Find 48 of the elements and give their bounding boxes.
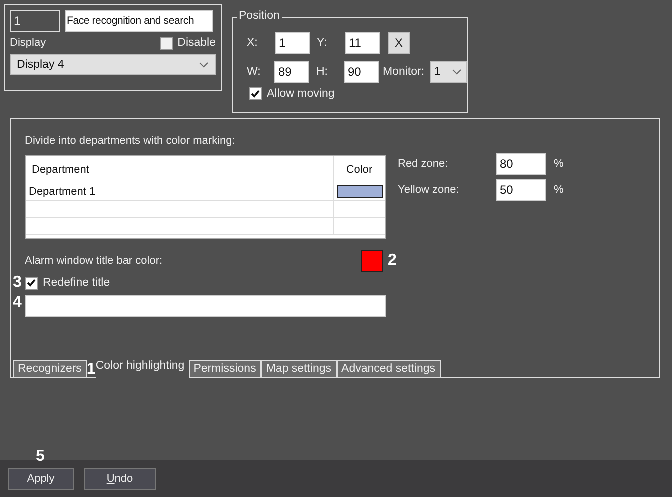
callout-number: 3 [13, 274, 23, 292]
column-header: Department [26, 156, 334, 183]
clear-button[interactable]: X [388, 32, 410, 54]
chevron-icon [199, 62, 209, 68]
table-cell: Department 1 [26, 183, 334, 200]
check-icon [27, 279, 36, 287]
zone-label: Yellow zone: [398, 184, 460, 196]
percent-unit: % [554, 184, 564, 196]
tab[interactable]: Permissions [188, 360, 262, 378]
coordinate-label: Y: [317, 36, 328, 48]
coordinate-field[interactable]: 11 [345, 32, 380, 54]
tab[interactable]: Map settings [261, 360, 337, 378]
callout-number: 2 [388, 252, 397, 270]
position-title: Position [237, 10, 282, 22]
action-button[interactable]: Undo [84, 468, 156, 490]
size-field[interactable]: 90 [344, 60, 379, 82]
action-button[interactable]: Apply [8, 468, 74, 490]
tab[interactable]: Recognizers [13, 360, 87, 378]
color-swatch[interactable] [336, 185, 382, 198]
callout-number: 5 [36, 448, 45, 466]
zone-field[interactable]: 50 [496, 179, 546, 201]
name-field[interactable]: Face recognition and search [65, 10, 213, 32]
coordinate-label: X: [247, 36, 259, 48]
column-header: Color [345, 162, 374, 178]
zone-field[interactable]: 80 [496, 153, 546, 175]
percent-unit: % [554, 158, 564, 170]
color-swatch[interactable] [361, 250, 383, 272]
disable-checkbox[interactable]: Disable [160, 36, 216, 50]
redefine-title-checkbox[interactable]: Redefine title [25, 276, 110, 290]
size-label: H: [316, 66, 329, 78]
callout-number: 1 [86, 362, 96, 378]
size-field[interactable]: 89 [274, 60, 310, 82]
coordinate-field[interactable]: 1 [275, 32, 310, 54]
departments-heading: Divide into departments with color marking: [25, 135, 236, 147]
monitor-dropdown[interactable]: 1 [430, 60, 467, 82]
display-dropdown[interactable]: Display 4 [10, 54, 216, 75]
size-label: W: [247, 66, 262, 78]
title-field[interactable] [25, 295, 386, 317]
callout-number: 4 [13, 294, 23, 312]
allow-moving-checkbox[interactable]: Allow moving [249, 87, 467, 100]
alarm-color-label: Alarm window title bar color: [25, 255, 164, 267]
display-label: Display [10, 37, 46, 49]
tab[interactable]: Advanced settings [336, 360, 441, 378]
number-field[interactable]: 1 [10, 10, 60, 32]
monitor-label: Monitor: [382, 66, 425, 78]
check-icon [251, 90, 260, 98]
chevron-icon [452, 68, 462, 74]
zone-label: Red zone: [398, 158, 450, 170]
